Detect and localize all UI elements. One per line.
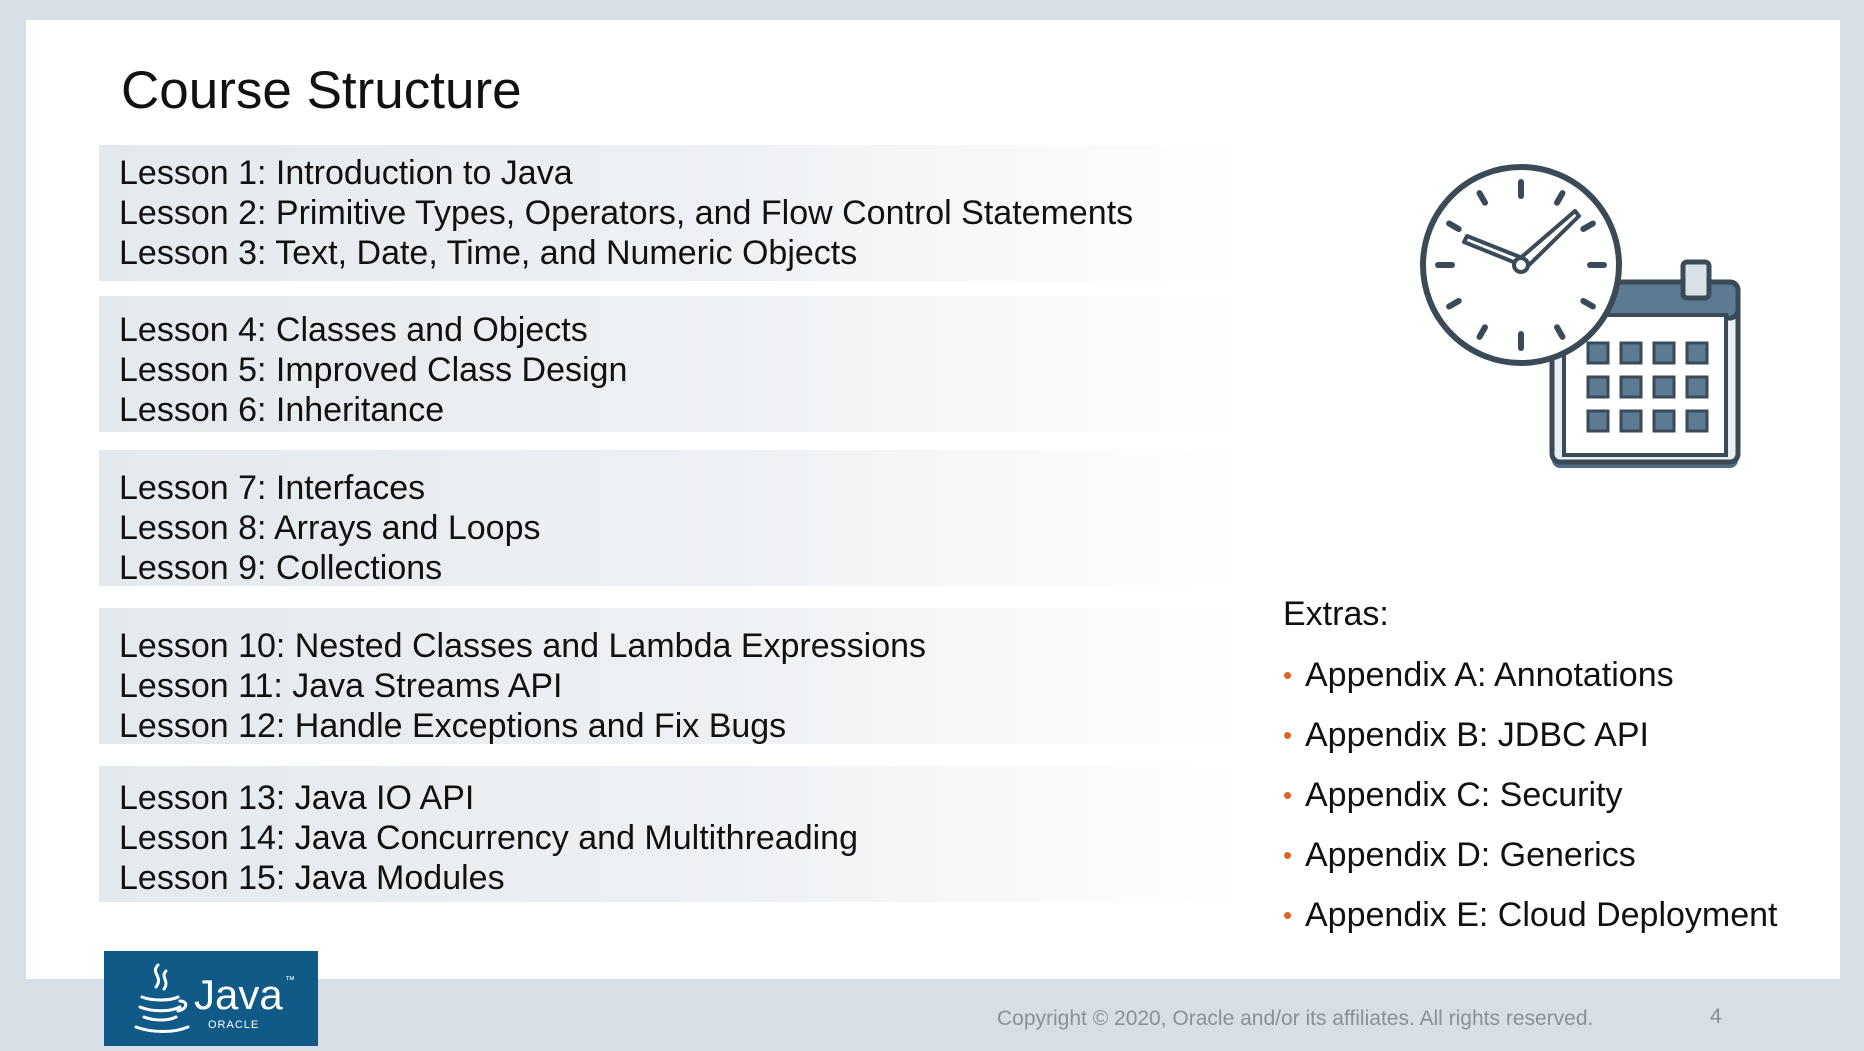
lesson-item: Lesson 7: Interfaces <box>119 469 426 507</box>
bullet-icon: • <box>1283 660 1293 690</box>
lesson-item: Lesson 3: Text, Date, Time, and Numeric … <box>119 234 858 272</box>
lesson-group-4: Lesson 10: Nested Classes and Lambda Exp… <box>99 608 1249 745</box>
lesson-group-1: Lesson 1: Introduction to Java Lesson 2:… <box>99 145 1249 281</box>
lesson-item: Lesson 13: Java IO API <box>119 779 475 817</box>
appendix-label: Appendix C: Security <box>1305 776 1623 814</box>
appendix-label: Appendix D: Generics <box>1305 836 1636 874</box>
lesson-group-3: Lesson 7: Interfaces Lesson 8: Arrays an… <box>99 450 1249 587</box>
slide-title: Course Structure <box>121 61 522 120</box>
lesson-item: Lesson 10: Nested Classes and Lambda Exp… <box>119 627 927 665</box>
lesson-item: Lesson 9: Collections <box>119 549 443 587</box>
appendix-label: Appendix A: Annotations <box>1305 656 1674 694</box>
java-oracle-logo: Java ™ ORACLE <box>104 951 318 1046</box>
slide: Course Structure Lesson 1: Introduction … <box>26 20 1840 979</box>
list-item: • Appendix E: Cloud Deployment <box>1283 895 1778 955</box>
appendix-label: Appendix B: JDBC API <box>1305 716 1649 754</box>
list-item: • Appendix C: Security <box>1283 775 1778 835</box>
bullet-icon: • <box>1283 720 1293 750</box>
appendix-label: Appendix E: Cloud Deployment <box>1305 896 1778 934</box>
lesson-item: Lesson 15: Java Modules <box>119 859 505 897</box>
bullet-icon: • <box>1283 780 1293 810</box>
extras-list: • Appendix A: Annotations • Appendix B: JD… <box>1283 655 1778 955</box>
lesson-item: Lesson 2: Primitive Types, Operators, an… <box>119 194 1134 232</box>
lesson-item: Lesson 5: Improved Class Design <box>119 351 628 389</box>
lesson-group-5: Lesson 13: Java IO API Lesson 14: Java C… <box>99 766 1249 902</box>
logo-text: Java <box>194 971 283 1018</box>
list-item: • Appendix B: JDBC API <box>1283 715 1778 775</box>
lesson-item: Lesson 14: Java Concurrency and Multithr… <box>119 819 858 857</box>
extras-heading: Extras: <box>1283 595 1389 633</box>
lesson-item: Lesson 1: Introduction to Java <box>119 154 573 192</box>
logo-subtext: ORACLE <box>208 1019 259 1031</box>
java-cup-icon: Java ™ ORACLE <box>134 963 295 1033</box>
page-number: 4 <box>1710 1005 1722 1028</box>
lesson-item: Lesson 4: Classes and Objects <box>119 311 588 349</box>
logo-trademark: ™ <box>285 975 295 986</box>
clock-calendar-illustration <box>1420 164 1741 468</box>
lesson-group-2: Lesson 4: Classes and Objects Lesson 5: … <box>99 296 1249 432</box>
list-item: • Appendix D: Generics <box>1283 835 1778 895</box>
lesson-item: Lesson 11: Java Streams API <box>119 667 563 705</box>
copyright-text: Copyright © 2020, Oracle and/or its affi… <box>997 1007 1594 1030</box>
lesson-item: Lesson 6: Inheritance <box>119 391 445 429</box>
bullet-icon: • <box>1283 900 1293 930</box>
lesson-item: Lesson 8: Arrays and Loops <box>119 509 541 547</box>
clock-icon <box>1420 164 1622 366</box>
list-item: • Appendix A: Annotations <box>1283 655 1778 715</box>
lesson-item: Lesson 12: Handle Exceptions and Fix Bug… <box>119 707 787 745</box>
bullet-icon: • <box>1283 840 1293 870</box>
